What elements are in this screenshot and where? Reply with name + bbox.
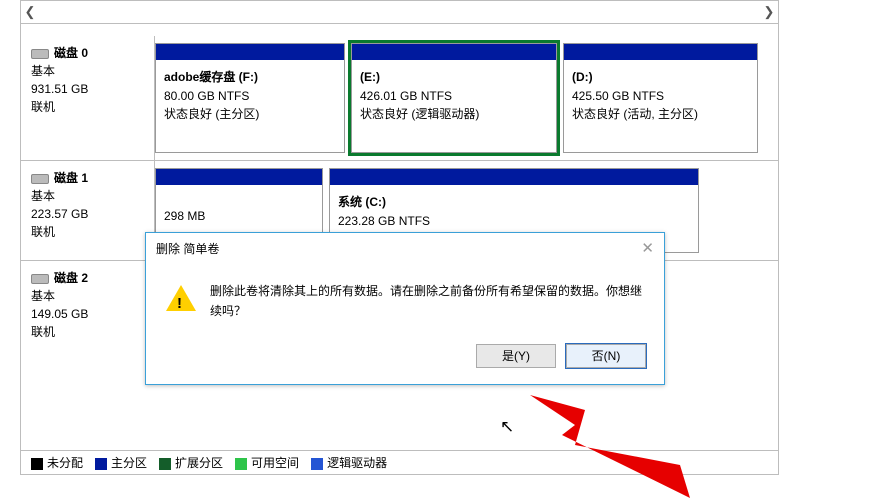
disk-status: 联机 (31, 223, 144, 241)
confirm-delete-dialog: 删除 简单卷 ✕ 删除此卷将清除其上的所有数据。请在删除之前备份所有希望保留的数… (145, 232, 665, 385)
scroll-track[interactable] (39, 2, 760, 22)
disk-type: 基本 (31, 287, 144, 305)
volume-size: 426.01 GB NTFS (360, 87, 548, 106)
volume-stripe (564, 44, 757, 60)
volume-stripe (352, 44, 556, 60)
volume-d[interactable]: (D:) 425.50 GB NTFS 状态良好 (活动, 主分区) (563, 43, 758, 153)
swatch-logical (311, 458, 323, 470)
swatch-unallocated (31, 458, 43, 470)
volume-size: 425.50 GB NTFS (572, 87, 749, 106)
volume-e[interactable]: (E:) 426.01 GB NTFS 状态良好 (逻辑驱动器) (351, 43, 557, 153)
disk-status: 联机 (31, 323, 144, 341)
volume-label: adobe缓存盘 (F:) (164, 68, 336, 87)
legend-item: 未分配 (31, 454, 83, 471)
dialog-buttons: 是(Y) 否(N) (146, 332, 664, 384)
legend-item: 可用空间 (235, 454, 299, 471)
swatch-primary (95, 458, 107, 470)
volume-status: 状态良好 (活动, 主分区) (572, 105, 749, 124)
disk-type: 基本 (31, 62, 144, 80)
volume-label: 系统 (C:) (338, 193, 690, 212)
volume-status: 状态良好 (主分区) (164, 105, 336, 124)
scroll-left-icon[interactable]: ❮ (21, 2, 39, 22)
volume-label: (D:) (572, 68, 749, 87)
dialog-message: 删除此卷将清除其上的所有数据。请在删除之前备份所有希望保留的数据。你想继续吗？ (210, 281, 644, 322)
disk-info-0: 磁盘 0 基本 931.51 GB 联机 (21, 36, 154, 160)
disk-name: 磁盘 0 (54, 46, 88, 60)
volume-stripe (330, 169, 698, 185)
disk-icon (31, 274, 49, 284)
disk-management-window: ❮ ❯ 磁盘 0 基本 931.51 GB 联机 adobe缓存盘 (F:) 8… (0, 0, 889, 500)
disk-status: 联机 (31, 98, 144, 116)
volumes-disk-0: adobe缓存盘 (F:) 80.00 GB NTFS 状态良好 (主分区) (… (154, 36, 778, 160)
volume-stripe (156, 169, 322, 185)
volume-f[interactable]: adobe缓存盘 (F:) 80.00 GB NTFS 状态良好 (主分区) (155, 43, 345, 153)
disk-icon (31, 49, 49, 59)
disk-icon (31, 174, 49, 184)
disk-size: 931.51 GB (31, 80, 144, 98)
dialog-content: 删除此卷将清除其上的所有数据。请在删除之前备份所有希望保留的数据。你想继续吗？ (146, 263, 664, 332)
volume-size: 223.28 GB NTFS (338, 212, 690, 231)
legend-item: 扩展分区 (159, 454, 223, 471)
horizontal-scrollbar[interactable]: ❮ ❯ (21, 1, 778, 24)
volume-status: 状态良好 (逻辑驱动器) (360, 105, 548, 124)
volume-size: 80.00 GB NTFS (164, 87, 336, 106)
disk-size: 223.57 GB (31, 205, 144, 223)
swatch-extended (159, 458, 171, 470)
yes-button[interactable]: 是(Y) (476, 344, 556, 368)
disk-row-0: 磁盘 0 基本 931.51 GB 联机 adobe缓存盘 (F:) 80.00… (21, 36, 778, 161)
dialog-title: 删除 简单卷 (156, 240, 219, 257)
scroll-right-icon[interactable]: ❯ (760, 2, 778, 22)
volume-label: (E:) (360, 68, 548, 87)
warning-icon (166, 285, 196, 311)
close-icon[interactable]: ✕ (641, 239, 654, 257)
disk-name: 磁盘 1 (54, 171, 88, 185)
disk-info-1: 磁盘 1 基本 223.57 GB 联机 (21, 161, 154, 260)
annotation-arrow (530, 395, 710, 500)
cursor-icon: ↖ (500, 417, 514, 437)
disk-type: 基本 (31, 187, 144, 205)
legend-item: 主分区 (95, 454, 147, 471)
swatch-free (235, 458, 247, 470)
disk-name: 磁盘 2 (54, 271, 88, 285)
disk-size: 149.05 GB (31, 305, 144, 323)
volume-stripe (156, 44, 344, 60)
dialog-titlebar[interactable]: 删除 简单卷 ✕ (146, 233, 664, 263)
disk-info-2: 磁盘 2 基本 149.05 GB 联机 (21, 261, 154, 360)
no-button[interactable]: 否(N) (566, 344, 646, 368)
volume-size: 298 MB (164, 207, 314, 226)
legend-item: 逻辑驱动器 (311, 454, 387, 471)
